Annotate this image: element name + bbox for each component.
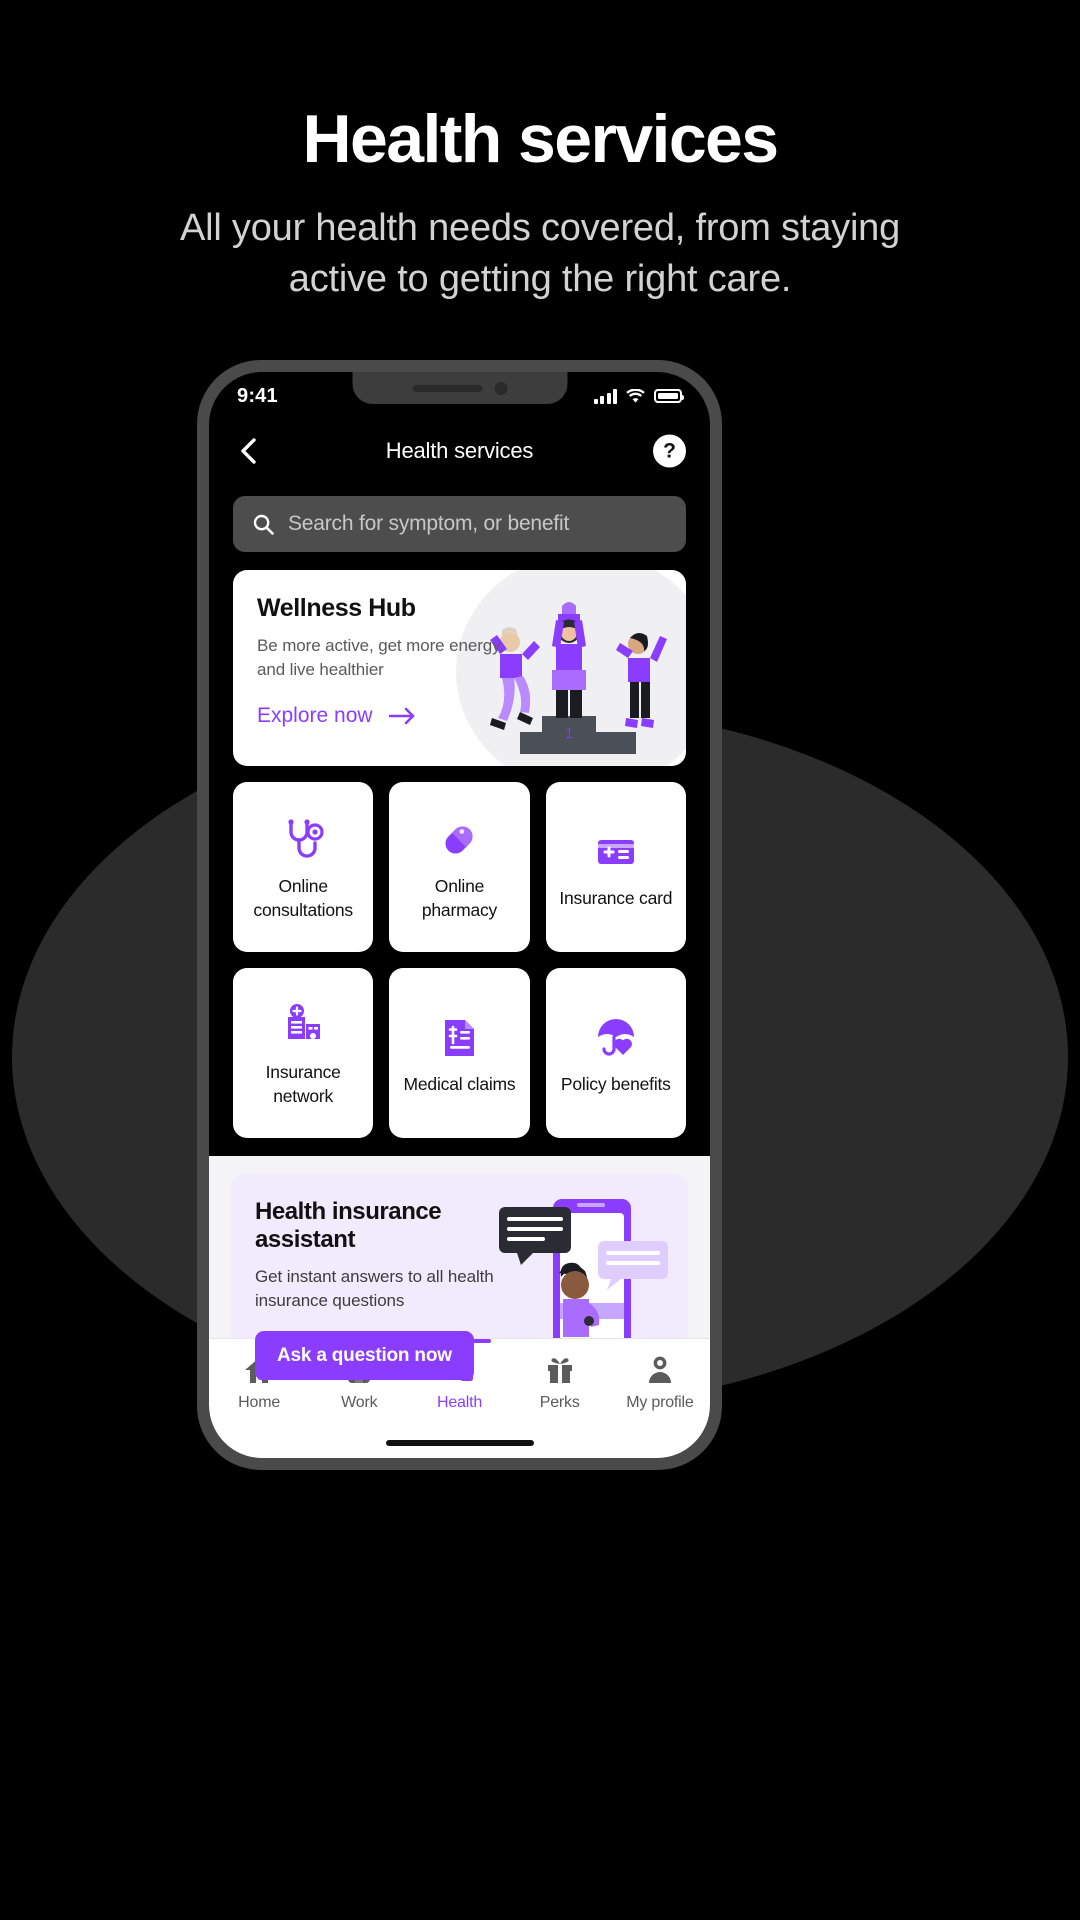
tile-insurance-network[interactable]: Insurance network: [233, 968, 374, 1138]
podium-winners-illustration: 1: [456, 570, 686, 766]
page-subtitle: All your health needs covered, from stay…: [179, 207, 901, 300]
tab-label: Work: [341, 1394, 378, 1411]
tab-label: Home: [238, 1394, 281, 1411]
front-camera-icon: [494, 381, 507, 395]
search-section: Search for symptom, or benefit: [209, 482, 710, 552]
service-tiles-grid: Online consultations Online pharmacy Ins…: [233, 782, 686, 1138]
tab-label: Perks: [539, 1394, 580, 1411]
tile-label: Insurance network: [265, 1062, 341, 1106]
page-title: Health services: [302, 101, 780, 177]
tile-label: Insurance card: [559, 888, 673, 909]
earpiece-speaker: [412, 384, 482, 392]
tab-label: Health: [436, 1394, 483, 1411]
tile-online-pharmacy[interactable]: Online pharmacy: [389, 782, 530, 952]
assistant-title: Health insurance assistant: [255, 1198, 442, 1253]
tab-label: My profile: [626, 1394, 694, 1411]
tile-label: Online consultations: [253, 876, 353, 920]
wellness-hub-description: Be more active, get more energy, and liv…: [257, 636, 504, 680]
battery-full-icon: [654, 389, 684, 403]
phone-screen: 9:41 Health services ? Search for sympto…: [209, 372, 710, 1458]
wifi-icon: [626, 388, 645, 403]
pill-capsule-icon: [436, 811, 482, 869]
hero-section: Health services All your health needs co…: [0, 0, 1080, 304]
app-header: Health services ?: [209, 420, 710, 482]
umbrella-heart-icon: [593, 1009, 639, 1067]
tab-perks[interactable]: Perks: [510, 1353, 610, 1412]
search-icon: [253, 514, 274, 535]
home-indicator[interactable]: [385, 1440, 534, 1446]
explore-now-link[interactable]: Explore now: [257, 704, 518, 728]
explore-now-label: Explore now: [257, 704, 373, 728]
invoice-document-icon: [436, 1009, 482, 1067]
app-screen-title: Health services: [385, 438, 534, 463]
status-time: 9:41: [237, 384, 278, 407]
phone-mockup: 9:41 Health services ? Search for sympto…: [197, 360, 722, 1470]
tile-medical-claims[interactable]: Medical claims: [389, 968, 530, 1138]
tab-my-profile[interactable]: My profile: [610, 1353, 710, 1412]
person-icon: [647, 1353, 673, 1387]
scroll-content: 1 Wellness Hub Be more active, get more …: [209, 552, 710, 1138]
ask-a-question-button[interactable]: Ask a question now: [255, 1331, 474, 1380]
tile-policy-benefits[interactable]: Policy benefits: [545, 968, 686, 1138]
wellness-hub-card[interactable]: 1 Wellness Hub Be more active, get more …: [233, 570, 686, 766]
chevron-left-icon: [241, 438, 256, 464]
assistant-description: Get instant answers to all health insura…: [255, 1267, 494, 1311]
insurance-card-icon: [593, 823, 639, 881]
arrow-right-icon: [388, 707, 414, 725]
back-button[interactable]: [233, 436, 263, 466]
phone-notch: [352, 372, 567, 404]
status-icons: [593, 388, 684, 404]
search-field[interactable]: Search for symptom, or benefit: [233, 496, 686, 552]
tile-label: Online pharmacy: [421, 876, 498, 920]
gift-icon: [546, 1353, 574, 1387]
cellular-signal-icon: [593, 388, 617, 404]
question-mark-icon: ?: [663, 439, 676, 462]
wellness-hub-text: Wellness Hub Be more active, get more en…: [233, 570, 518, 766]
marketing-page: Health services All your health needs co…: [0, 0, 1080, 1920]
tile-label: Policy benefits: [560, 1074, 671, 1095]
health-assistant-text: Health insurance assistant Get instant a…: [231, 1174, 514, 1380]
wellness-hub-title: Wellness Hub: [257, 594, 416, 622]
stethoscope-icon: [280, 811, 326, 869]
help-button[interactable]: ?: [653, 434, 686, 468]
hospital-building-icon: [280, 997, 326, 1055]
search-placeholder: Search for symptom, or benefit: [288, 512, 570, 535]
tile-online-consultations[interactable]: Online consultations: [233, 782, 374, 952]
svg-text:1: 1: [565, 725, 573, 742]
tile-label: Medical claims: [403, 1074, 516, 1095]
tile-insurance-card[interactable]: Insurance card: [545, 782, 686, 952]
